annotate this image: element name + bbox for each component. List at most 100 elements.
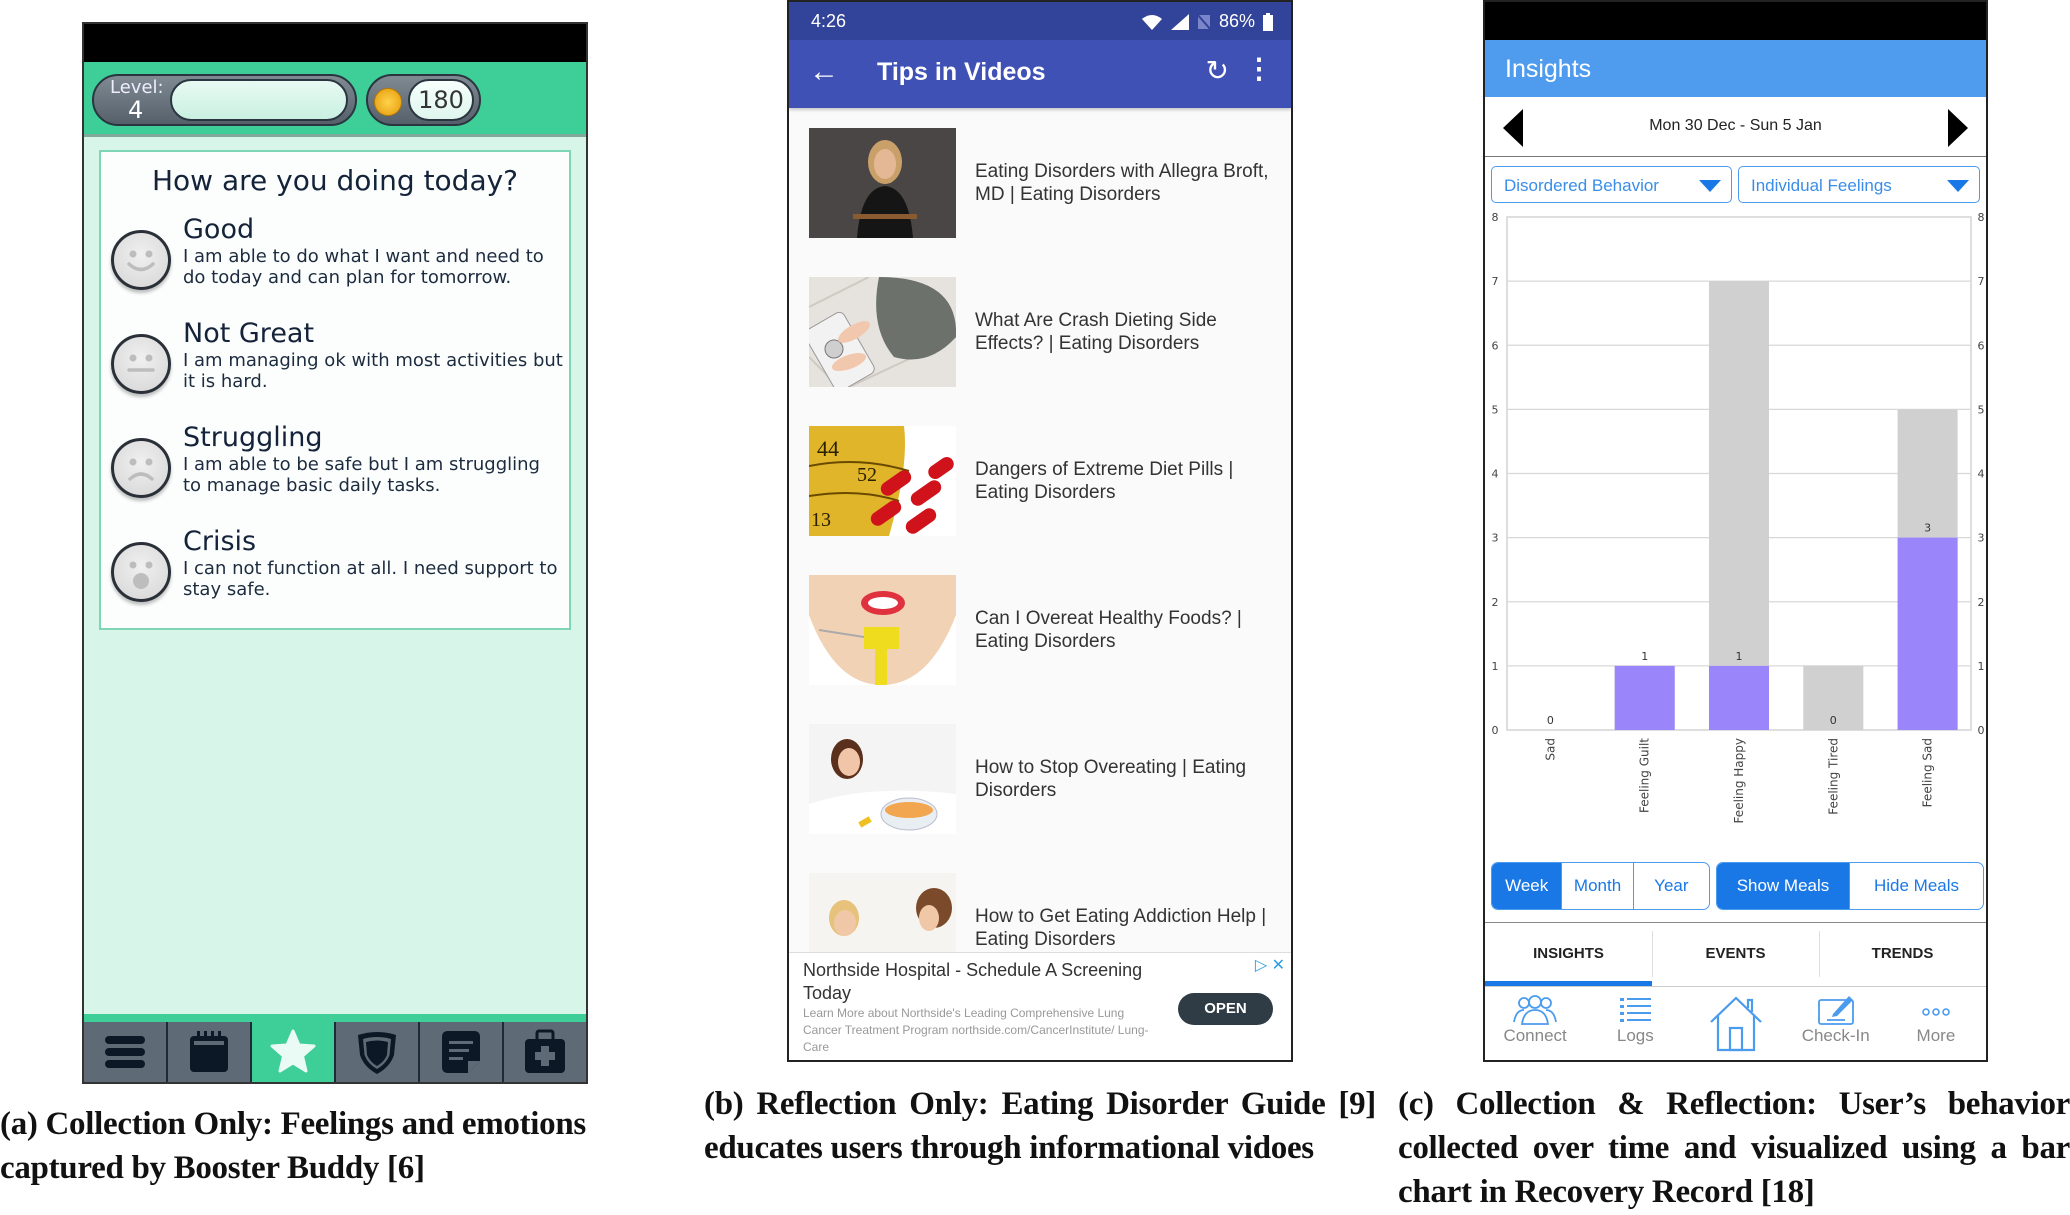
video-list: Eating Disorders with Allegra Broft, MD … — [789, 108, 1291, 952]
nav-logs[interactable]: Logs — [1585, 988, 1685, 1060]
coin-icon — [374, 88, 402, 116]
tab-notes[interactable] — [420, 1022, 504, 1082]
video-title: Dangers of Extreme Diet Pills | Eating D… — [975, 459, 1234, 503]
mood-option-not-great[interactable]: Not Great I am managing ok with most act… — [111, 318, 563, 424]
tab-first-aid[interactable] — [504, 1022, 586, 1082]
period-week-button[interactable]: Week — [1492, 863, 1563, 909]
video-title: How to Stop Overeating | Eating Disorder… — [975, 757, 1247, 801]
refresh-icon[interactable]: ↻ — [1206, 54, 1229, 87]
period-year-button[interactable]: Year — [1634, 863, 1709, 909]
tab-menu[interactable] — [84, 1022, 168, 1082]
caption-c: (c) Collection & Reflection: User’s beha… — [1398, 1086, 2070, 1210]
menu-icon — [105, 1036, 145, 1068]
video-title: Can I Overeat Healthy Foods? | Eating Di… — [975, 608, 1242, 652]
page-title: Tips in Videos — [877, 58, 1046, 86]
video-item[interactable]: Eating Disorders with Allegra Broft, MD … — [809, 128, 1279, 240]
star-icon — [270, 1029, 316, 1073]
date-navigator: Mon 30 Dec - Sun 5 Jan — [1485, 97, 1986, 157]
video-item[interactable]: How to Get Eating Addiction Help | Eatin… — [809, 873, 1279, 952]
level-value: 4 — [128, 96, 144, 124]
battery-icon — [1263, 12, 1273, 31]
data-label: 0 — [1547, 714, 1554, 727]
svg-text:52: 52 — [857, 464, 877, 486]
tab-trends[interactable]: TRENDS — [1819, 923, 1986, 986]
list-icon — [1620, 998, 1652, 1022]
coin-counter: 180 — [366, 74, 481, 126]
mood-description: I can not function at all. I need suppor… — [183, 558, 558, 600]
mood-name: Not Great — [183, 318, 315, 349]
people-icon — [1513, 995, 1557, 1025]
mood-option-good[interactable]: Good I am able to do what I want and nee… — [111, 214, 561, 320]
category-dropdown[interactable]: Disordered Behavior — [1491, 166, 1732, 203]
x-tick-label: Feeling Guilt — [1638, 738, 1652, 813]
y-tick-label-left: 8 — [1492, 211, 1499, 224]
y-tick-label-right: 5 — [1978, 403, 1985, 416]
data-label: 0 — [1830, 714, 1837, 727]
tab-events[interactable]: EVENTS — [1652, 923, 1819, 986]
tab-star[interactable] — [252, 1022, 336, 1082]
nav-home[interactable] — [1685, 988, 1785, 1060]
mood-option-crisis[interactable]: Crisis I can not function at all. I need… — [111, 526, 561, 632]
y-tick-label-right: 4 — [1978, 468, 1985, 481]
caption-a: (a) Collection Only: Feelings and emotio… — [0, 1106, 586, 1186]
data-label: 1 — [1736, 650, 1743, 663]
category-dropdown-value: Disordered Behavior — [1504, 176, 1659, 195]
video-item[interactable]: Can I Overeat Healthy Foods? | Eating Di… — [809, 575, 1279, 687]
recovery-record-screen: Insights Mon 30 Dec - Sun 5 Jan Disorder… — [1483, 0, 1988, 1062]
status-time: 4:26 — [811, 11, 847, 31]
tab-calendar[interactable] — [168, 1022, 252, 1082]
app-header: Level: 4 180 — [84, 62, 586, 137]
tab-shield[interactable] — [336, 1022, 420, 1082]
calendar-icon — [190, 1031, 228, 1072]
level-indicator: Level: 4 — [92, 74, 357, 126]
ad-open-button[interactable]: OPEN — [1178, 993, 1273, 1025]
video-thumbnail — [809, 724, 956, 834]
video-thumbnail — [809, 128, 956, 238]
period-month-button[interactable]: Month — [1562, 863, 1634, 909]
level-label: Level: — [110, 77, 164, 98]
nav-more[interactable]: More — [1886, 988, 1986, 1060]
ad-choices-close-icon[interactable]: ▷ ✕ — [1255, 955, 1285, 975]
show-meals-button[interactable]: Show Meals — [1717, 863, 1850, 909]
hide-meals-button[interactable]: Hide Meals — [1850, 863, 1983, 909]
y-tick-label-left: 6 — [1492, 339, 1499, 352]
y-tick-label-left: 3 — [1492, 532, 1499, 545]
feelings-dropdown[interactable]: Individual Feelings — [1738, 166, 1980, 203]
ad-banner[interactable]: Northside Hospital - Schedule A Screenin… — [789, 952, 1291, 1060]
y-tick-label-right: 6 — [1978, 339, 1985, 352]
more-vert-icon[interactable]: ⋮ — [1245, 52, 1273, 85]
nav-connect[interactable]: Connect — [1485, 988, 1585, 1060]
smile-face-icon — [111, 230, 171, 290]
y-tick-label-right: 8 — [1978, 211, 1985, 224]
video-item[interactable]: How to Stop Overeating | Eating Disorder… — [809, 724, 1279, 836]
shocked-face-icon — [111, 542, 171, 602]
y-tick-label-left: 0 — [1492, 724, 1499, 737]
status-bar — [1485, 2, 1986, 40]
bar-highlighted — [1897, 537, 1958, 730]
signal-icon — [1170, 13, 1189, 30]
meals-toggle: Show Meals Hide Meals — [1716, 862, 1984, 910]
next-week-icon[interactable] — [1948, 109, 1968, 147]
coin-count: 180 — [408, 79, 474, 121]
mood-option-struggling[interactable]: Struggling I am able to be safe but I am… — [111, 422, 561, 528]
y-tick-label-right: 0 — [1978, 724, 1985, 737]
nav-check-in[interactable]: Check-In — [1786, 988, 1886, 1060]
y-tick-label-left: 7 — [1492, 275, 1499, 288]
tab-insights[interactable]: INSIGHTS — [1485, 923, 1652, 986]
neutral-face-icon — [111, 334, 171, 394]
x-tick-label: Feeling Sad — [1921, 738, 1935, 807]
status-icons: 86% — [1141, 11, 1273, 32]
video-item[interactable]: What Are Crash Dieting Side Effects? | E… — [809, 277, 1279, 389]
wifi-icon — [1141, 14, 1162, 30]
first-aid-kit-icon — [525, 1029, 565, 1073]
edit-icon — [1817, 996, 1854, 1025]
data-label: 1 — [1641, 650, 1648, 663]
eating-disorder-guide-screen: 4:26 86% ← Tips in Videos ↻ ⋮ Eating Dis… — [787, 0, 1293, 1062]
back-arrow-icon[interactable]: ← — [809, 54, 839, 90]
caption-b: (b) Reflection Only: Eating Disorder Gui… — [704, 1086, 1376, 1166]
mood-description: I am able to be safe but I am struggling… — [183, 454, 540, 496]
video-item[interactable]: 44 52 13 Dangers of Extreme Diet Pills |… — [809, 426, 1279, 538]
video-title: How to Get Eating Addiction Help | Eatin… — [975, 906, 1267, 950]
ad-description: Learn More about Northside's Leading Com… — [803, 1006, 1149, 1054]
ad-title: Northside Hospital - Schedule A Screenin… — [803, 960, 1143, 1003]
